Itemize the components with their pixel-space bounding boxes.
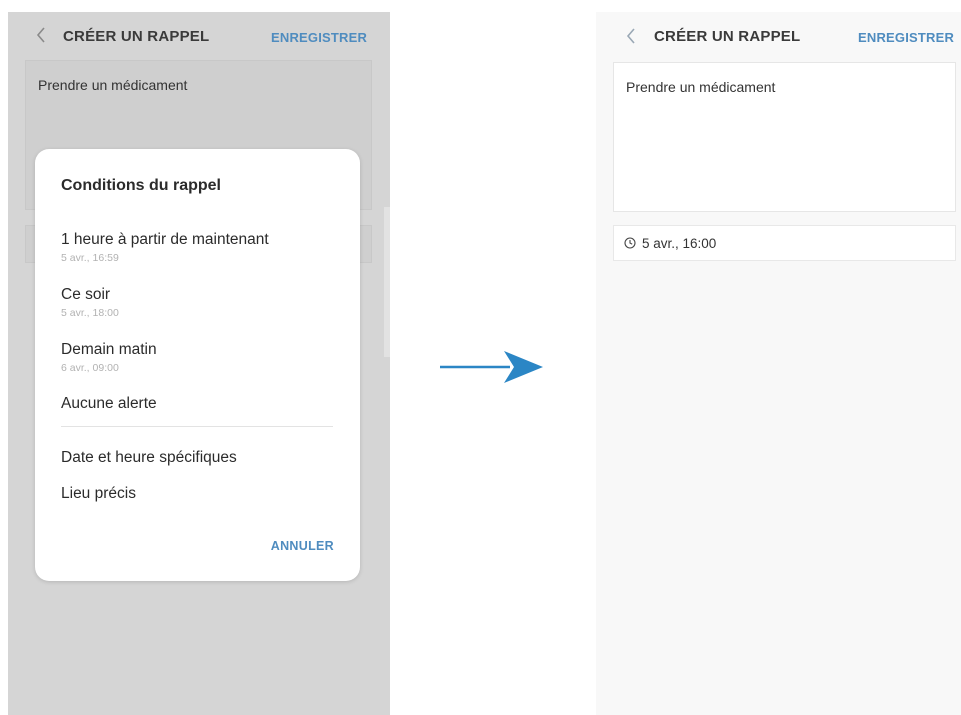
option-label: Date et heure spécifiques xyxy=(61,449,237,466)
page-title: CRÉER UN RAPPEL xyxy=(63,28,210,45)
option-tomorrow-morning[interactable]: Demain matin 6 avr., 09:00 xyxy=(61,341,341,374)
scroll-edge xyxy=(384,207,390,357)
reminder-conditions-dialog: Conditions du rappel 1 heure à partir de… xyxy=(35,149,360,581)
option-label: 1 heure à partir de maintenant xyxy=(61,231,269,248)
option-specific-date-time[interactable]: Date et heure spécifiques xyxy=(61,449,341,467)
option-label: Demain matin xyxy=(61,341,157,358)
reminder-time-chip[interactable]: 5 avr., 16:00 xyxy=(613,225,956,261)
right-screen: CRÉER UN RAPPEL ENREGISTRER Prendre un m… xyxy=(596,12,961,715)
option-label: Aucune alerte xyxy=(61,395,157,412)
save-button[interactable]: ENREGISTRER xyxy=(858,30,954,45)
cancel-button[interactable]: ANNULER xyxy=(271,539,334,553)
option-subtext: 6 avr., 09:00 xyxy=(61,362,119,374)
reminder-time-label: 5 avr., 16:00 xyxy=(642,235,717,251)
page-title: CRÉER UN RAPPEL xyxy=(654,28,801,45)
option-tonight[interactable]: Ce soir 5 avr., 18:00 xyxy=(61,286,341,319)
clock-icon xyxy=(624,237,636,249)
option-label: Lieu précis xyxy=(61,485,136,502)
back-button[interactable] xyxy=(620,21,642,51)
left-screen: CRÉER UN RAPPEL ENREGISTRER Prendre un m… xyxy=(8,12,390,715)
dialog-divider xyxy=(61,426,333,427)
option-subtext: 5 avr., 16:59 xyxy=(61,252,119,264)
chevron-left-icon xyxy=(36,27,46,43)
option-specific-place[interactable]: Lieu précis xyxy=(61,485,341,503)
option-no-alert[interactable]: Aucune alerte xyxy=(61,395,341,413)
option-one-hour[interactable]: 1 heure à partir de maintenant 5 avr., 1… xyxy=(61,231,341,264)
save-button[interactable]: ENREGISTRER xyxy=(271,30,367,45)
back-button[interactable] xyxy=(30,20,52,50)
dialog-title: Conditions du rappel xyxy=(61,177,221,194)
note-text-field[interactable]: Prendre un médicament xyxy=(613,62,956,212)
app-bar: CRÉER UN RAPPEL ENREGISTRER xyxy=(8,12,390,60)
chevron-left-icon xyxy=(626,28,636,44)
option-label: Ce soir xyxy=(61,286,111,303)
arrow-right-icon xyxy=(438,350,548,389)
option-subtext: 5 avr., 18:00 xyxy=(61,307,119,319)
